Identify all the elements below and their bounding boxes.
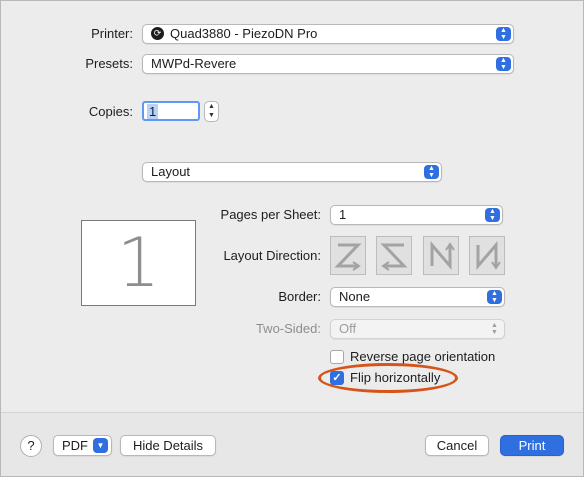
- layout-direction-n-button[interactable]: [423, 236, 459, 275]
- border-label: Border:: [278, 289, 321, 304]
- pdf-label: PDF: [62, 438, 88, 453]
- pages-per-sheet-popup[interactable]: 1 ▲ ▼: [330, 205, 503, 225]
- layout-direction-label: Layout Direction:: [223, 248, 321, 263]
- pages-per-sheet-label: Pages per Sheet:: [220, 207, 321, 222]
- presets-popup[interactable]: MWPd-Revere ▲ ▼: [142, 54, 514, 74]
- section-value: Layout: [151, 164, 191, 179]
- copies-label: Copies:: [88, 104, 133, 119]
- chevron-updown-icon: ▲ ▼: [491, 322, 498, 336]
- printer-label: Printer:: [91, 26, 133, 41]
- pages-per-sheet-value: 1: [339, 207, 347, 222]
- chevron-down-icon: ▼: [93, 438, 108, 454]
- printer-popup[interactable]: ⟳ Quad3880 - PiezoDN Pro ▲ ▼: [142, 24, 514, 44]
- pdf-menu-button[interactable]: PDF ▼: [53, 435, 112, 456]
- page-preview: 1: [81, 220, 196, 306]
- copies-input[interactable]: 1: [142, 101, 200, 121]
- two-sided-value: Off: [339, 321, 357, 336]
- z-direction-icon: [334, 243, 362, 271]
- hide-details-button[interactable]: Hide Details: [120, 435, 216, 456]
- stepper-up-icon[interactable]: ▲: [205, 102, 218, 111]
- copies-value: 1: [147, 104, 159, 119]
- chevron-updown-icon: ▲ ▼: [496, 27, 511, 41]
- layout-direction-reverse-n-button[interactable]: [469, 236, 505, 275]
- chevron-updown-icon: ▲ ▼: [496, 57, 511, 71]
- n-direction-icon: [430, 240, 455, 271]
- two-sided-label: Two-Sided:: [255, 321, 321, 336]
- reverse-n-direction-icon: [476, 240, 501, 271]
- chevron-updown-icon: ▲ ▼: [485, 208, 500, 222]
- help-button[interactable]: ?: [20, 435, 42, 457]
- stepper-down-icon[interactable]: ▼: [205, 111, 218, 120]
- two-sided-popup: Off ▲ ▼: [330, 319, 505, 339]
- reverse-z-direction-icon: [380, 243, 408, 271]
- presets-label: Presets:: [85, 56, 133, 71]
- border-value: None: [339, 289, 371, 304]
- copies-stepper[interactable]: ▲ ▼: [204, 101, 219, 122]
- printer-value: Quad3880 - PiezoDN Pro: [170, 26, 318, 41]
- print-button[interactable]: Print: [500, 435, 564, 456]
- cancel-button[interactable]: Cancel: [425, 435, 489, 456]
- chevron-updown-icon: ▲ ▼: [487, 290, 502, 304]
- print-dialog: Printer: ⟳ Quad3880 - PiezoDN Pro ▲ ▼ Pres…: [0, 0, 584, 477]
- border-popup[interactable]: None ▲ ▼: [330, 287, 505, 307]
- layout-direction-z-button[interactable]: [330, 236, 366, 275]
- presets-value: MWPd-Revere: [151, 56, 237, 71]
- printer-share-icon: ⟳: [151, 27, 164, 41]
- layout-direction-s-button[interactable]: [376, 236, 412, 275]
- chevron-updown-icon: ▲ ▼: [424, 165, 439, 179]
- reverse-orientation-checkbox[interactable]: [330, 350, 344, 364]
- highlight-ellipse: [318, 363, 458, 393]
- section-popup[interactable]: Layout ▲ ▼: [142, 162, 442, 182]
- preview-page-number: 1: [116, 224, 161, 303]
